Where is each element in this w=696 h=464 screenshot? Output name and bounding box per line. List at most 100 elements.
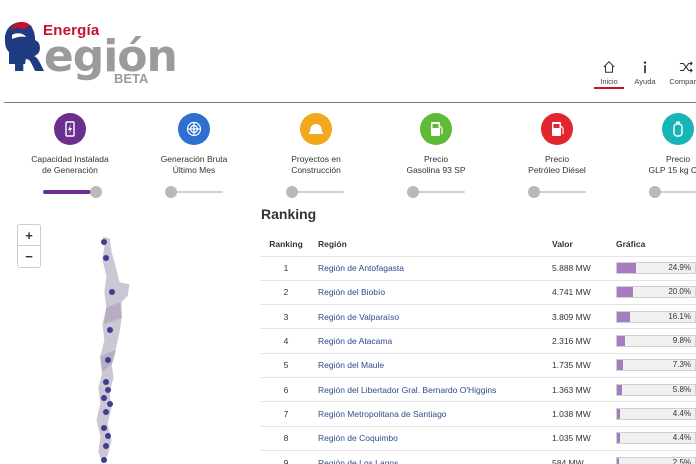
slider-fill — [43, 190, 91, 194]
row-percent-bar: 16.1% — [616, 310, 696, 323]
gasolina-circle — [420, 113, 452, 145]
header-value[interactable]: Valor — [546, 232, 610, 256]
map-marker[interactable] — [103, 379, 109, 385]
slider-knob[interactable] — [90, 186, 102, 198]
map-marker[interactable] — [103, 255, 109, 261]
map-marker[interactable] — [105, 387, 111, 393]
indicator-diesel-slider[interactable] — [528, 186, 588, 198]
slider-knob[interactable] — [165, 186, 177, 198]
indicator-generacion-line2: Último Mes — [172, 165, 216, 175]
slider-knob[interactable] — [407, 186, 419, 198]
row-region-link[interactable]: Región de Antofagasta — [318, 263, 404, 273]
row-rank: 6 — [260, 376, 312, 402]
lightning-battery-icon — [65, 121, 75, 137]
indicator-proyectos-line1: Proyectos en — [291, 154, 341, 164]
slider-knob[interactable] — [286, 186, 298, 198]
indicator-gasolina[interactable]: Precio Gasolina 93 SP — [376, 113, 496, 176]
table-row[interactable]: 9 Región de Los Lagos 584 MW 2.5% — [260, 449, 696, 464]
indicator-diesel[interactable]: Precio Petróleo Diésel — [497, 113, 617, 176]
row-region-link[interactable]: Región de Coquimbo — [318, 433, 398, 443]
table-row[interactable]: 6 Región del Libertador Gral. Bernardo O'… — [260, 376, 696, 402]
row-percent-fill — [617, 457, 619, 464]
slider-knob[interactable] — [528, 186, 540, 198]
nav-comparar[interactable]: Comparar — [664, 60, 696, 86]
brand-region-initial: R — [11, 31, 45, 82]
row-chart-cell: 4.4% — [610, 401, 696, 427]
map-marker[interactable] — [103, 409, 109, 415]
indicator-glp[interactable]: Precio GLP 15 kg Corr — [618, 113, 696, 176]
row-rank: 3 — [260, 304, 312, 329]
nav-inicio[interactable]: Inicio — [592, 60, 626, 86]
info-icon — [643, 61, 647, 74]
map-marker[interactable] — [101, 457, 107, 463]
indicator-generacion-slider[interactable] — [165, 186, 225, 198]
table-row[interactable]: 2 Región del Biobío 4.741 MW 20.0% — [260, 279, 696, 305]
map-marker[interactable] — [105, 357, 111, 363]
row-percent-label: 4.4% — [672, 433, 691, 443]
row-chart-cell: 5.8% — [610, 376, 696, 402]
row-region-cell: Región Metropolitana de Santiago — [312, 401, 546, 427]
header-region[interactable]: Región — [312, 232, 546, 256]
row-percent-fill — [617, 408, 621, 419]
row-region-link[interactable]: Región de Atacama — [318, 336, 392, 346]
indicator-proyectos[interactable]: Proyectos en Construcción — [256, 113, 376, 176]
indicator-capacidad-slider[interactable] — [43, 186, 103, 198]
row-region-link[interactable]: Región de Valparaíso — [318, 312, 399, 322]
glp-circle — [662, 113, 694, 145]
nav-inicio-label: Inicio — [600, 77, 618, 86]
row-percent-label: 5.8% — [672, 384, 691, 394]
row-chart-cell: 7.3% — [610, 352, 696, 378]
row-value: 1.038 MW — [546, 401, 610, 427]
indicator-gasolina-slider[interactable] — [407, 186, 467, 198]
map-marker[interactable] — [107, 401, 113, 407]
indicator-capacidad-line2: de Generación — [42, 165, 98, 175]
logo[interactable]: Energía Región BETA — [2, 18, 178, 88]
row-value: 5.888 MW — [546, 255, 610, 281]
row-region-cell: Región del Libertador Gral. Bernardo O'H… — [312, 376, 546, 402]
row-region-link[interactable]: Región Metropolitana de Santiago — [318, 409, 447, 419]
row-percent-fill — [617, 336, 625, 347]
row-percent-bar: 20.0% — [616, 286, 696, 299]
table-row[interactable]: 3 Región de Valparaíso 3.809 MW 16.1% — [260, 304, 696, 329]
indicator-proyectos-slider[interactable] — [286, 186, 346, 198]
indicator-gasolina-line1: Precio — [423, 154, 449, 164]
table-row[interactable]: 4 Región de Atacama 2.316 MW 9.8% — [260, 328, 696, 354]
indicator-capacidad[interactable]: Capacidad Instalada de Generación — [10, 113, 130, 176]
zoom-out-button[interactable]: − — [18, 246, 40, 267]
row-percent-fill — [617, 360, 623, 371]
nav-ayuda[interactable]: Ayuda — [628, 60, 662, 86]
diesel-circle — [541, 113, 573, 145]
row-rank: 2 — [260, 279, 312, 305]
row-region-cell: Región de Valparaíso — [312, 304, 546, 329]
map-marker[interactable] — [103, 443, 109, 449]
table-row[interactable]: 5 Región del Maule 1.735 MW 7.3% — [260, 352, 696, 378]
row-region-link[interactable]: Región del Maule — [318, 360, 384, 370]
slider-knob[interactable] — [649, 186, 661, 198]
map-marker[interactable] — [105, 433, 111, 439]
table-row[interactable]: 7 Región Metropolitana de Santiago 1.038 M… — [260, 401, 696, 427]
header-ranking[interactable]: Ranking — [260, 232, 312, 256]
indicator-diesel-line1: Precio — [544, 154, 570, 164]
row-percent-fill — [617, 311, 630, 322]
row-percent-label: 7.3% — [672, 360, 691, 370]
row-region-link[interactable]: Región del Libertador Gral. Bernardo O'H… — [318, 385, 496, 395]
row-percent-bar: 2.5% — [616, 456, 696, 464]
indicator-glp-slider[interactable] — [649, 186, 696, 198]
row-chart-cell: 16.1% — [610, 304, 696, 329]
table-row[interactable]: 8 Región de Coquimbo 1.035 MW 4.4% — [260, 425, 696, 451]
row-percent-fill — [617, 263, 637, 274]
table-row[interactable]: 1 Región de Antofagasta 5.888 MW 24.9% — [260, 255, 696, 281]
row-region-link[interactable]: Región del Biobío — [318, 287, 385, 297]
row-percent-bar: 4.4% — [616, 432, 696, 445]
map-marker[interactable] — [101, 239, 107, 245]
map-marker[interactable] — [101, 395, 107, 401]
map-marker[interactable] — [101, 425, 107, 431]
map-marker[interactable] — [109, 289, 115, 295]
ranking-title: Ranking — [261, 206, 317, 222]
row-region-link[interactable]: Región de Los Lagos — [318, 458, 398, 464]
indicator-generacion[interactable]: Generación Bruta Último Mes — [134, 113, 254, 176]
map-marker[interactable] — [107, 327, 113, 333]
chile-map[interactable] — [80, 232, 150, 464]
row-percent-label: 16.1% — [668, 311, 691, 321]
zoom-in-button[interactable]: + — [18, 225, 40, 246]
